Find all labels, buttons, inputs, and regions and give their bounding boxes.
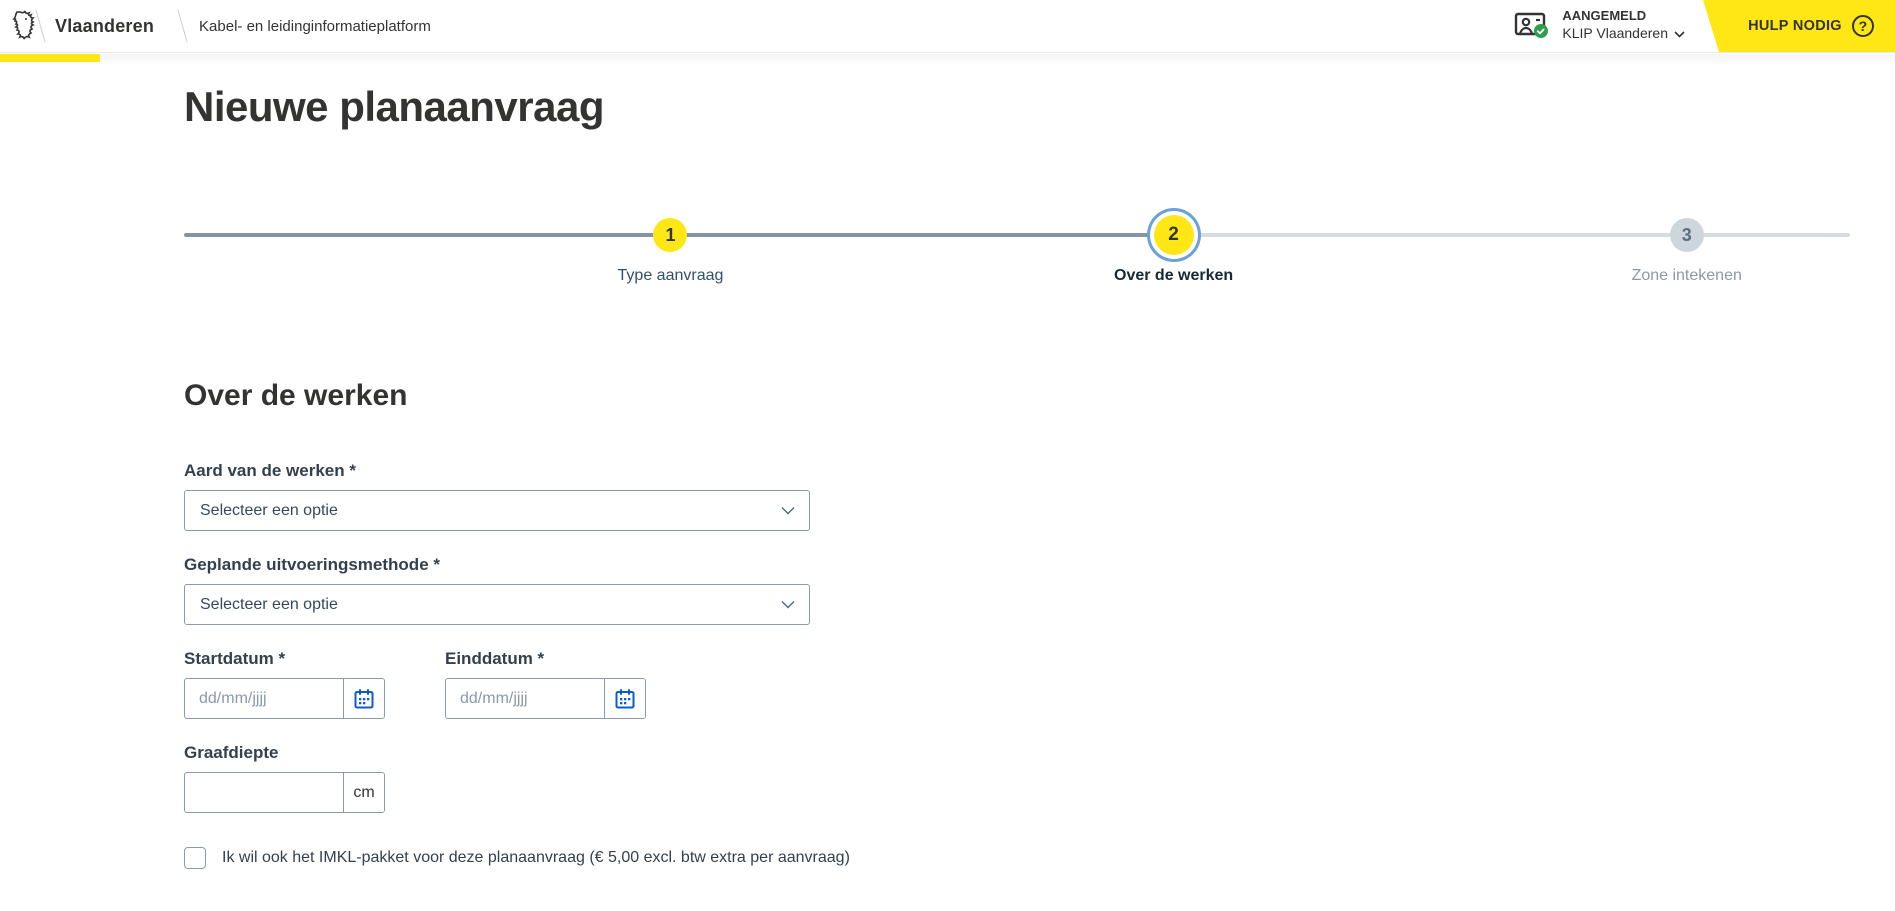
stepper-line-upcoming [1174,233,1850,237]
step-3-circle: 3 [1670,218,1704,252]
imkl-checkbox-label[interactable]: Ik wil ook het IMKL-pakket voor deze pla… [222,849,850,867]
main-content: Nieuwe planaanvraag 1 2 3 Type aanvraag … [0,53,1895,869]
user-menu[interactable]: AANGEMELD KLIP Vlaanderen [1514,0,1703,52]
brand-name[interactable]: Vlaanderen [45,16,164,37]
aard-label: Aard van de werken * [184,461,1850,481]
logged-in-user-icon [1514,10,1552,42]
graafdiepte-label: Graafdiepte [184,743,1850,763]
aard-select[interactable]: Selecteer een optie [184,490,810,531]
user-name: KLIP Vlaanderen [1562,25,1668,43]
app-name: Kabel- en leidinginformatieplatform [187,18,431,35]
startdatum-input[interactable] [185,679,343,718]
step-2-label: Over de werken [1114,267,1233,285]
calendar-icon [614,688,636,710]
top-header: Vlaanderen Kabel- en leidinginformatiepl… [0,0,1895,53]
section-title: Over de werken [184,379,1850,413]
help-button[interactable]: HULP NODIG ? [1703,0,1895,52]
startdatum-calendar-button[interactable] [343,679,384,718]
help-button-label: HULP NODIG [1748,18,1842,34]
methode-select[interactable]: Selecteer een optie [184,584,810,625]
vlaanderen-logo[interactable]: Vlaanderen [0,0,178,52]
graafdiepte-unit: cm [343,773,384,812]
graafdiepte-input[interactable] [185,773,343,812]
page-title: Nieuwe planaanvraag [184,83,1850,131]
step-2-circle[interactable]: 2 [1154,215,1194,255]
step-1-circle[interactable]: 1 [653,218,687,252]
startdatum-label: Startdatum * [184,649,385,669]
einddatum-label: Einddatum * [445,649,646,669]
calendar-icon [353,688,375,710]
methode-select-value: Selecteer een optie [200,596,338,614]
brand-accent-bar [0,54,100,62]
einddatum-input[interactable] [446,679,604,718]
step-1-label[interactable]: Type aanvraag [618,267,724,285]
aard-select-value: Selecteer een optie [200,502,338,520]
flemish-lion-icon [10,9,36,46]
imkl-checkbox[interactable] [184,847,206,869]
question-mark-icon: ? [1852,15,1874,37]
werken-form: Aard van de werken * Selecteer een optie… [184,461,1850,869]
methode-label: Geplande uitvoeringsmethode * [184,555,1850,575]
login-status: AANGEMELD [1562,8,1685,24]
einddatum-calendar-button[interactable] [604,679,645,718]
wizard-stepper: 1 2 3 Type aanvraag Over de werken Zone … [184,173,1850,293]
chevron-down-icon [1674,24,1685,44]
chevron-down-icon [781,502,795,520]
step-3-label: Zone intekenen [1632,267,1742,285]
chevron-down-icon [781,596,795,614]
